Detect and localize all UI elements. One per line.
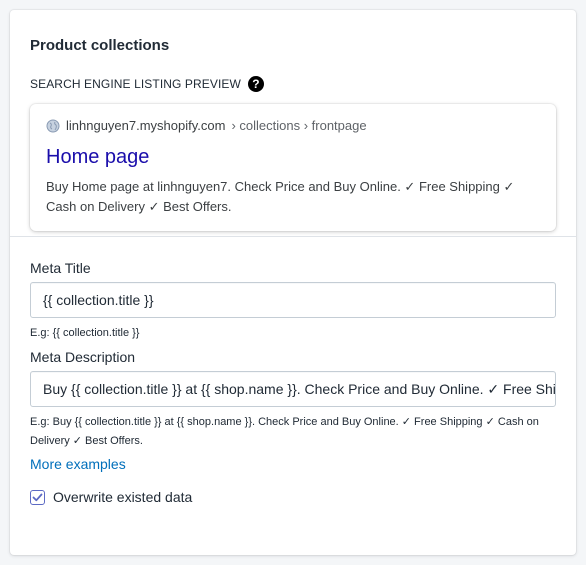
globe-icon — [46, 119, 60, 132]
meta-fields-section: Meta Title {{ collection.title }} E.g: {… — [10, 237, 576, 505]
checkmark-icon — [32, 493, 43, 501]
seo-preview-section: Product collections SEARCH ENGINE LISTIN… — [10, 10, 576, 236]
seo-preview-heading-label: SEARCH ENGINE LISTING PREVIEW — [30, 77, 241, 91]
search-result-preview: linhnguyen7.myshopify.com › collections … — [30, 104, 556, 231]
overwrite-option[interactable]: Overwrite existed data — [30, 489, 556, 505]
overwrite-checkbox[interactable] — [30, 489, 45, 505]
card-title: Product collections — [30, 37, 170, 54]
meta-description-input[interactable]: Buy {{ collection.title }} at {{ shop.na… — [30, 371, 556, 407]
meta-title-label: Meta Title — [30, 260, 91, 276]
seo-settings-card: Product collections SEARCH ENGINE LISTIN… — [10, 10, 576, 555]
overwrite-label[interactable]: Overwrite existed data — [53, 489, 192, 505]
meta-title-input[interactable]: {{ collection.title }} — [30, 282, 556, 318]
preview-description: Buy Home page at linhnguyen7. Check Pric… — [46, 179, 515, 214]
more-examples-link[interactable]: More examples — [30, 455, 556, 473]
meta-description-label: Meta Description — [30, 349, 136, 365]
preview-url: linhnguyen7.myshopify.com › collections … — [46, 118, 540, 133]
meta-title-hint: E.g: {{ collection.title }} — [30, 327, 140, 339]
preview-path: › collections › frontpage — [231, 118, 367, 133]
meta-description-hint: E.g: Buy {{ collection.title }} at {{ sh… — [30, 416, 539, 447]
help-icon[interactable]: ? — [247, 76, 264, 92]
preview-title[interactable]: Home page — [46, 145, 540, 169]
seo-preview-heading: SEARCH ENGINE LISTING PREVIEW ? — [30, 76, 556, 92]
preview-domain: linhnguyen7.myshopify.com — [66, 118, 226, 133]
